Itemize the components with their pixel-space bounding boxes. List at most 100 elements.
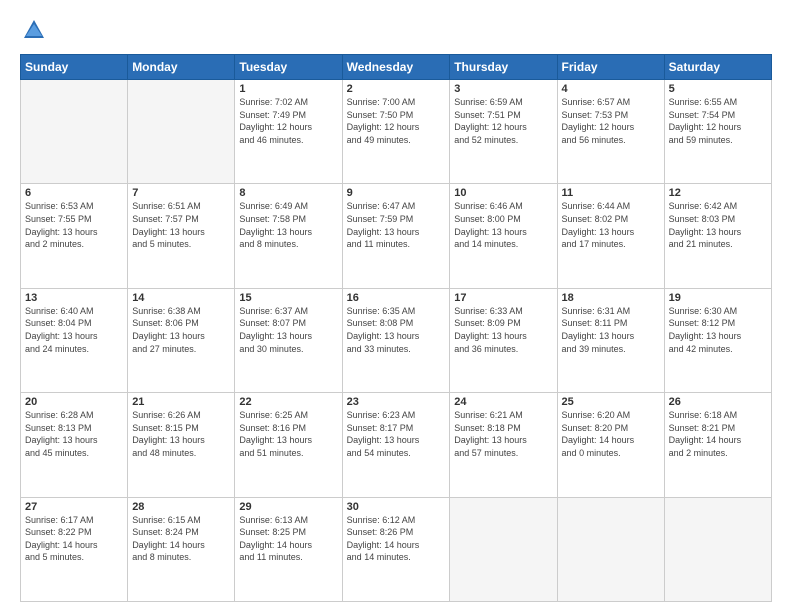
day-number: 1 (239, 83, 337, 95)
day-info: Sunrise: 6:40 AM Sunset: 8:04 PM Dayligh… (25, 305, 123, 355)
calendar-cell: 7Sunrise: 6:51 AM Sunset: 7:57 PM Daylig… (128, 184, 235, 288)
calendar-cell: 11Sunrise: 6:44 AM Sunset: 8:02 PM Dayli… (557, 184, 664, 288)
calendar-cell (450, 497, 557, 601)
calendar-week-row: 20Sunrise: 6:28 AM Sunset: 8:13 PM Dayli… (21, 393, 772, 497)
day-number: 18 (562, 292, 660, 304)
calendar-cell: 3Sunrise: 6:59 AM Sunset: 7:51 PM Daylig… (450, 80, 557, 184)
day-info: Sunrise: 6:33 AM Sunset: 8:09 PM Dayligh… (454, 305, 552, 355)
day-info: Sunrise: 6:37 AM Sunset: 8:07 PM Dayligh… (239, 305, 337, 355)
day-info: Sunrise: 6:30 AM Sunset: 8:12 PM Dayligh… (669, 305, 767, 355)
day-info: Sunrise: 6:55 AM Sunset: 7:54 PM Dayligh… (669, 96, 767, 146)
calendar-week-row: 6Sunrise: 6:53 AM Sunset: 7:55 PM Daylig… (21, 184, 772, 288)
calendar-day-header: Tuesday (235, 55, 342, 80)
day-info: Sunrise: 6:28 AM Sunset: 8:13 PM Dayligh… (25, 409, 123, 459)
day-number: 16 (347, 292, 446, 304)
calendar-table: SundayMondayTuesdayWednesdayThursdayFrid… (20, 54, 772, 602)
day-info: Sunrise: 6:35 AM Sunset: 8:08 PM Dayligh… (347, 305, 446, 355)
day-info: Sunrise: 6:15 AM Sunset: 8:24 PM Dayligh… (132, 514, 230, 564)
day-number: 13 (25, 292, 123, 304)
calendar-cell: 28Sunrise: 6:15 AM Sunset: 8:24 PM Dayli… (128, 497, 235, 601)
calendar-cell: 19Sunrise: 6:30 AM Sunset: 8:12 PM Dayli… (664, 288, 771, 392)
day-number: 7 (132, 187, 230, 199)
logo (20, 16, 52, 44)
day-info: Sunrise: 6:38 AM Sunset: 8:06 PM Dayligh… (132, 305, 230, 355)
day-info: Sunrise: 6:23 AM Sunset: 8:17 PM Dayligh… (347, 409, 446, 459)
day-number: 9 (347, 187, 446, 199)
calendar-day-header: Saturday (664, 55, 771, 80)
day-info: Sunrise: 6:17 AM Sunset: 8:22 PM Dayligh… (25, 514, 123, 564)
day-info: Sunrise: 6:13 AM Sunset: 8:25 PM Dayligh… (239, 514, 337, 564)
day-number: 28 (132, 501, 230, 513)
calendar-cell: 15Sunrise: 6:37 AM Sunset: 8:07 PM Dayli… (235, 288, 342, 392)
day-number: 19 (669, 292, 767, 304)
calendar-cell: 24Sunrise: 6:21 AM Sunset: 8:18 PM Dayli… (450, 393, 557, 497)
day-number: 25 (562, 396, 660, 408)
day-info: Sunrise: 6:12 AM Sunset: 8:26 PM Dayligh… (347, 514, 446, 564)
calendar-cell: 23Sunrise: 6:23 AM Sunset: 8:17 PM Dayli… (342, 393, 450, 497)
day-info: Sunrise: 6:25 AM Sunset: 8:16 PM Dayligh… (239, 409, 337, 459)
day-number: 10 (454, 187, 552, 199)
day-info: Sunrise: 7:00 AM Sunset: 7:50 PM Dayligh… (347, 96, 446, 146)
calendar-week-row: 1Sunrise: 7:02 AM Sunset: 7:49 PM Daylig… (21, 80, 772, 184)
calendar-week-row: 13Sunrise: 6:40 AM Sunset: 8:04 PM Dayli… (21, 288, 772, 392)
day-info: Sunrise: 6:47 AM Sunset: 7:59 PM Dayligh… (347, 200, 446, 250)
calendar-day-header: Thursday (450, 55, 557, 80)
day-number: 15 (239, 292, 337, 304)
day-number: 3 (454, 83, 552, 95)
day-info: Sunrise: 6:51 AM Sunset: 7:57 PM Dayligh… (132, 200, 230, 250)
day-number: 26 (669, 396, 767, 408)
day-number: 6 (25, 187, 123, 199)
calendar-day-header: Friday (557, 55, 664, 80)
day-number: 2 (347, 83, 446, 95)
day-info: Sunrise: 6:49 AM Sunset: 7:58 PM Dayligh… (239, 200, 337, 250)
day-number: 20 (25, 396, 123, 408)
day-number: 11 (562, 187, 660, 199)
day-number: 21 (132, 396, 230, 408)
calendar-cell: 1Sunrise: 7:02 AM Sunset: 7:49 PM Daylig… (235, 80, 342, 184)
day-info: Sunrise: 6:21 AM Sunset: 8:18 PM Dayligh… (454, 409, 552, 459)
day-number: 4 (562, 83, 660, 95)
calendar-cell: 13Sunrise: 6:40 AM Sunset: 8:04 PM Dayli… (21, 288, 128, 392)
calendar-cell: 21Sunrise: 6:26 AM Sunset: 8:15 PM Dayli… (128, 393, 235, 497)
day-info: Sunrise: 6:53 AM Sunset: 7:55 PM Dayligh… (25, 200, 123, 250)
calendar-cell (128, 80, 235, 184)
day-number: 12 (669, 187, 767, 199)
calendar-cell (557, 497, 664, 601)
calendar-cell: 22Sunrise: 6:25 AM Sunset: 8:16 PM Dayli… (235, 393, 342, 497)
day-number: 14 (132, 292, 230, 304)
calendar-cell: 27Sunrise: 6:17 AM Sunset: 8:22 PM Dayli… (21, 497, 128, 601)
calendar-cell: 2Sunrise: 7:00 AM Sunset: 7:50 PM Daylig… (342, 80, 450, 184)
calendar-cell: 25Sunrise: 6:20 AM Sunset: 8:20 PM Dayli… (557, 393, 664, 497)
day-number: 8 (239, 187, 337, 199)
day-info: Sunrise: 6:42 AM Sunset: 8:03 PM Dayligh… (669, 200, 767, 250)
day-number: 30 (347, 501, 446, 513)
day-info: Sunrise: 7:02 AM Sunset: 7:49 PM Dayligh… (239, 96, 337, 146)
calendar-cell: 30Sunrise: 6:12 AM Sunset: 8:26 PM Dayli… (342, 497, 450, 601)
day-info: Sunrise: 6:26 AM Sunset: 8:15 PM Dayligh… (132, 409, 230, 459)
calendar-cell: 29Sunrise: 6:13 AM Sunset: 8:25 PM Dayli… (235, 497, 342, 601)
calendar-header-row: SundayMondayTuesdayWednesdayThursdayFrid… (21, 55, 772, 80)
day-number: 27 (25, 501, 123, 513)
day-info: Sunrise: 6:59 AM Sunset: 7:51 PM Dayligh… (454, 96, 552, 146)
day-info: Sunrise: 6:44 AM Sunset: 8:02 PM Dayligh… (562, 200, 660, 250)
day-info: Sunrise: 6:31 AM Sunset: 8:11 PM Dayligh… (562, 305, 660, 355)
calendar-day-header: Wednesday (342, 55, 450, 80)
calendar-cell: 10Sunrise: 6:46 AM Sunset: 8:00 PM Dayli… (450, 184, 557, 288)
logo-icon (20, 16, 48, 44)
calendar-cell: 8Sunrise: 6:49 AM Sunset: 7:58 PM Daylig… (235, 184, 342, 288)
day-number: 22 (239, 396, 337, 408)
day-info: Sunrise: 6:20 AM Sunset: 8:20 PM Dayligh… (562, 409, 660, 459)
calendar-week-row: 27Sunrise: 6:17 AM Sunset: 8:22 PM Dayli… (21, 497, 772, 601)
day-info: Sunrise: 6:57 AM Sunset: 7:53 PM Dayligh… (562, 96, 660, 146)
calendar-cell: 14Sunrise: 6:38 AM Sunset: 8:06 PM Dayli… (128, 288, 235, 392)
day-number: 17 (454, 292, 552, 304)
calendar-cell: 20Sunrise: 6:28 AM Sunset: 8:13 PM Dayli… (21, 393, 128, 497)
day-number: 23 (347, 396, 446, 408)
calendar-cell: 16Sunrise: 6:35 AM Sunset: 8:08 PM Dayli… (342, 288, 450, 392)
calendar-cell: 12Sunrise: 6:42 AM Sunset: 8:03 PM Dayli… (664, 184, 771, 288)
calendar-cell: 5Sunrise: 6:55 AM Sunset: 7:54 PM Daylig… (664, 80, 771, 184)
day-number: 5 (669, 83, 767, 95)
page: SundayMondayTuesdayWednesdayThursdayFrid… (0, 0, 792, 612)
calendar-cell: 9Sunrise: 6:47 AM Sunset: 7:59 PM Daylig… (342, 184, 450, 288)
calendar-cell: 17Sunrise: 6:33 AM Sunset: 8:09 PM Dayli… (450, 288, 557, 392)
